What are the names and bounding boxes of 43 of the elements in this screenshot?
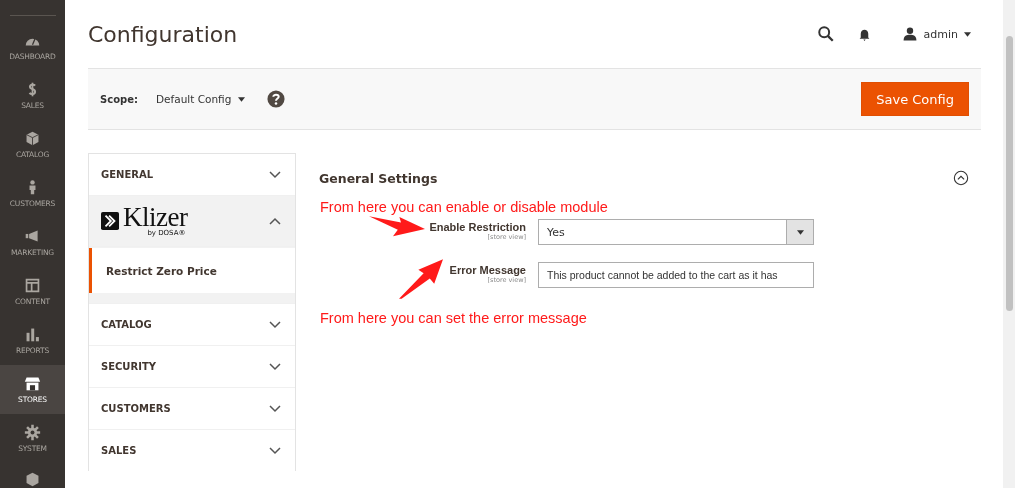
logo-icon	[101, 212, 119, 230]
input-field[interactable]: This product cannot be added to the cart as it has	[538, 262, 814, 288]
scope-switcher[interactable]: Default Config	[155, 93, 246, 105]
help-icon[interactable]	[267, 90, 286, 108]
storefront-icon	[24, 375, 41, 392]
caret-icon	[796, 229, 804, 235]
config-section[interactable]: SECURITY	[89, 346, 295, 387]
annotation-text: From here you can set the error message	[320, 310, 588, 326]
megaphone-icon	[24, 228, 41, 245]
search-icon[interactable]	[816, 25, 835, 43]
user-menu[interactable]: admin	[901, 26, 971, 42]
field-label: Enable Restriction	[429, 221, 526, 233]
chevron-down-icon	[269, 170, 281, 179]
arrow	[369, 213, 425, 237]
layout-icon	[24, 277, 41, 294]
save-config-button[interactable]: Save Config	[861, 82, 969, 116]
group-title: General Settings	[319, 170, 438, 186]
caret-icon	[238, 96, 246, 102]
user-icon	[901, 26, 918, 42]
chevron-down-icon	[269, 362, 281, 371]
settings-icon	[24, 424, 41, 441]
config-section[interactable]: GENERAL	[89, 154, 295, 195]
annotation-text: From here you can enable or disable module	[320, 199, 609, 215]
config-section[interactable]: CATALOG	[89, 304, 295, 345]
chevron-down-icon	[269, 320, 281, 329]
arrow	[399, 259, 443, 299]
select-field[interactable]: Yes	[538, 219, 814, 245]
chevron-down-icon	[269, 404, 281, 413]
config-section[interactable]: SALES	[89, 430, 295, 471]
chevron-down-icon	[269, 446, 281, 455]
scrollbar[interactable]	[1003, 0, 1015, 488]
bar-chart-icon	[24, 326, 41, 343]
scope-label: Scope:	[100, 93, 138, 105]
collapse-icon[interactable]	[953, 170, 969, 186]
blocks-icon[interactable]	[24, 471, 41, 488]
caret-icon	[964, 31, 971, 37]
config-subsection[interactable]: Restrict Zero Price	[89, 248, 295, 293]
box-icon	[24, 130, 41, 147]
config-section[interactable]: CUSTOMERS	[89, 388, 295, 429]
field-label: Error Message	[449, 264, 526, 276]
page-title: Configuration	[88, 21, 238, 47]
scrollbar-thumb[interactable]	[1005, 36, 1013, 311]
chevron-up-icon	[269, 217, 281, 225]
